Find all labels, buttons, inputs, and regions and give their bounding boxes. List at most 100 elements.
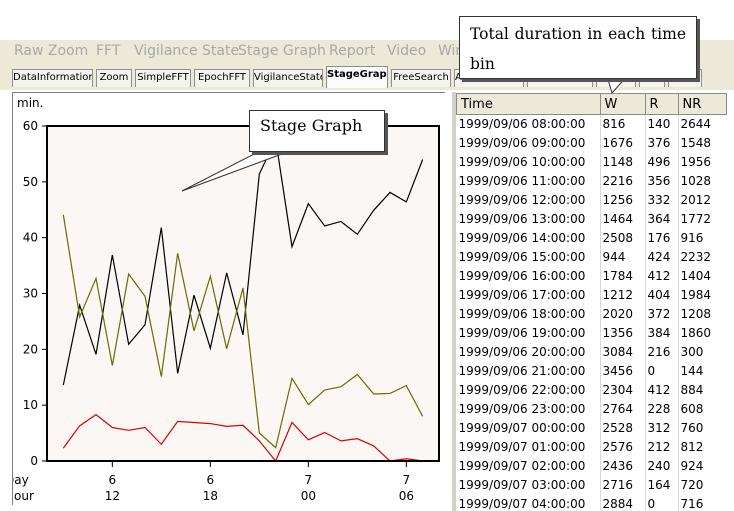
table-row[interactable]: 1999/09/06 19:00:00 1356 384 1860 xyxy=(457,324,727,343)
table-row[interactable]: 1999/09/07 01:00:00 2576 212 812 xyxy=(457,438,727,457)
cell-w: 2508 xyxy=(599,229,645,248)
cell-w: 944 xyxy=(599,248,645,267)
cell-w: 2020 xyxy=(599,305,645,324)
cell-time: 1999/09/06 22:00:00 xyxy=(458,383,586,397)
cell-r: 376 xyxy=(644,134,678,153)
y-tick-label: 40 xyxy=(23,231,38,245)
cell-w: 1784 xyxy=(599,267,645,286)
table-row[interactable]: 1999/09/06 15:00:00 944 424 2232 xyxy=(457,248,727,267)
table-row[interactable]: 1999/09/06 09:00:00 1676 376 1548 xyxy=(457,134,727,153)
table-row[interactable]: 1999/09/07 00:00:00 2528 312 760 xyxy=(457,419,727,438)
table-row[interactable]: 1999/09/06 11:00:00 2216 356 1028 xyxy=(457,172,727,191)
cell-w: 3456 xyxy=(599,362,645,381)
cell-time: 1999/09/06 09:00:00 xyxy=(458,136,586,150)
cell-w: 2436 xyxy=(599,457,645,476)
cell-nr: 1772 xyxy=(677,210,727,229)
cell-w: 1212 xyxy=(599,286,645,305)
cell-nr: 916 xyxy=(677,229,727,248)
y-axis-label: min. xyxy=(17,96,43,110)
cell-nr: 1404 xyxy=(677,267,727,286)
tab-stage-graph[interactable]: StageGraph xyxy=(326,66,388,88)
tab-zoom[interactable]: Zoom xyxy=(96,69,132,87)
table-header-row: Time W R NR xyxy=(456,93,727,115)
cell-r: 240 xyxy=(644,457,678,476)
cell-w: 2304 xyxy=(599,381,645,400)
menu-report[interactable]: Report xyxy=(329,43,375,59)
cell-w: 2764 xyxy=(599,400,645,419)
y-tick-label: 0 xyxy=(30,454,38,468)
cell-w: 3084 xyxy=(599,343,645,362)
column-header-time[interactable]: Time xyxy=(456,93,601,115)
cell-nr: 1984 xyxy=(677,286,727,305)
cell-r: 312 xyxy=(644,419,678,438)
cell-r: 0 xyxy=(644,362,678,381)
cell-time: 1999/09/06 18:00:00 xyxy=(458,307,586,321)
cell-w: 2528 xyxy=(599,419,645,438)
cell-nr: 1860 xyxy=(677,324,727,343)
x-tick-label: 18 xyxy=(203,489,218,503)
table-row[interactable]: 1999/09/06 12:00:00 1256 332 2012 xyxy=(457,191,727,210)
menu-stage-graph[interactable]: Stage Graph xyxy=(238,43,326,59)
x-row-label: Hour xyxy=(13,489,34,503)
cell-nr: 1028 xyxy=(677,172,727,191)
menu-fft[interactable]: FFT xyxy=(96,43,120,59)
cell-time: 1999/09/06 20:00:00 xyxy=(458,345,586,359)
table-row[interactable]: 1999/09/06 23:00:00 2764 228 608 xyxy=(457,400,727,419)
table-row[interactable]: 1999/09/06 18:00:00 2020 372 1208 xyxy=(457,305,727,324)
table-row[interactable]: 1999/09/06 21:00:00 3456 0 144 xyxy=(457,362,727,381)
table-row[interactable]: 1999/09/06 22:00:00 2304 412 884 xyxy=(457,381,727,400)
cell-w: 2716 xyxy=(599,476,645,495)
x-tick-label: 00 xyxy=(301,489,316,503)
table-row[interactable]: 1999/09/06 10:00:00 1148 496 1956 xyxy=(457,153,727,172)
cell-r: 140 xyxy=(644,114,678,134)
cell-nr: 760 xyxy=(677,419,727,438)
column-header-r[interactable]: R xyxy=(644,93,679,115)
duration-table: Time W R NR 1999/09/06 08:00:00 816 140 264… xyxy=(456,93,727,511)
cell-time: 1999/09/06 23:00:00 xyxy=(458,402,586,416)
cell-time: 1999/09/06 11:00:00 xyxy=(458,174,586,188)
table-row[interactable]: 1999/09/06 13:00:00 1464 364 1772 xyxy=(457,210,727,229)
y-tick-label: 60 xyxy=(23,119,38,133)
table-row[interactable]: 1999/09/06 08:00:00 816 140 2644 xyxy=(457,114,727,134)
table-row[interactable]: 1999/09/07 03:00:00 2716 164 720 xyxy=(457,476,727,495)
x-tick-label: 06 xyxy=(399,489,414,503)
cell-time: 1999/09/06 19:00:00 xyxy=(458,326,586,340)
cell-nr: 716 xyxy=(677,495,727,511)
y-tick-label: 20 xyxy=(23,342,38,356)
tab-simple-fft[interactable]: SimpleFFT xyxy=(135,69,191,87)
column-header-nr[interactable]: NR xyxy=(677,93,727,115)
cell-nr: 720 xyxy=(677,476,727,495)
tab-epoch-fft[interactable]: EpochFFT xyxy=(194,69,250,87)
cell-time: 1999/09/07 02:00:00 xyxy=(458,459,586,473)
table-row[interactable]: 1999/09/06 16:00:00 1784 412 1404 xyxy=(457,267,727,286)
y-tick-label: 50 xyxy=(23,175,38,189)
cell-nr: 1208 xyxy=(677,305,727,324)
tab-free-search[interactable]: FreeSearch xyxy=(391,69,451,87)
cell-r: 228 xyxy=(644,400,678,419)
column-header-w[interactable]: W xyxy=(599,93,646,115)
menu-video[interactable]: Video xyxy=(387,43,426,59)
cell-w: 1256 xyxy=(599,191,645,210)
table-row[interactable]: 1999/09/07 02:00:00 2436 240 924 xyxy=(457,457,727,476)
cell-w: 1464 xyxy=(599,210,645,229)
menu-raw-zoom[interactable]: Raw Zoom xyxy=(14,43,88,59)
cell-r: 212 xyxy=(644,438,678,457)
table-row[interactable]: 1999/09/06 20:00:00 3084 216 300 xyxy=(457,343,727,362)
cell-w: 1356 xyxy=(599,324,645,343)
table-row[interactable]: 1999/09/06 17:00:00 1212 404 1984 xyxy=(457,286,727,305)
total-duration-callout: Total duration in each time bin xyxy=(459,16,697,79)
menu-vigilance-state[interactable]: Vigilance State xyxy=(134,43,239,59)
cell-r: 164 xyxy=(644,476,678,495)
cell-r: 412 xyxy=(644,381,678,400)
x-tick-label: 6 xyxy=(109,473,117,487)
cell-r: 496 xyxy=(644,153,678,172)
table-row[interactable]: 1999/09/07 04:00:00 2884 0 716 xyxy=(457,495,727,511)
cell-nr: 300 xyxy=(677,343,727,362)
cell-nr: 1956 xyxy=(677,153,727,172)
cell-r: 216 xyxy=(644,343,678,362)
tab-vigilance-state[interactable]: VigilanceState xyxy=(253,69,323,87)
tab-data-information[interactable]: DataInformation xyxy=(12,69,93,87)
table-row[interactable]: 1999/09/06 14:00:00 2508 176 916 xyxy=(457,229,727,248)
cell-nr: 924 xyxy=(677,457,727,476)
cell-time: 1999/09/07 01:00:00 xyxy=(458,440,586,454)
